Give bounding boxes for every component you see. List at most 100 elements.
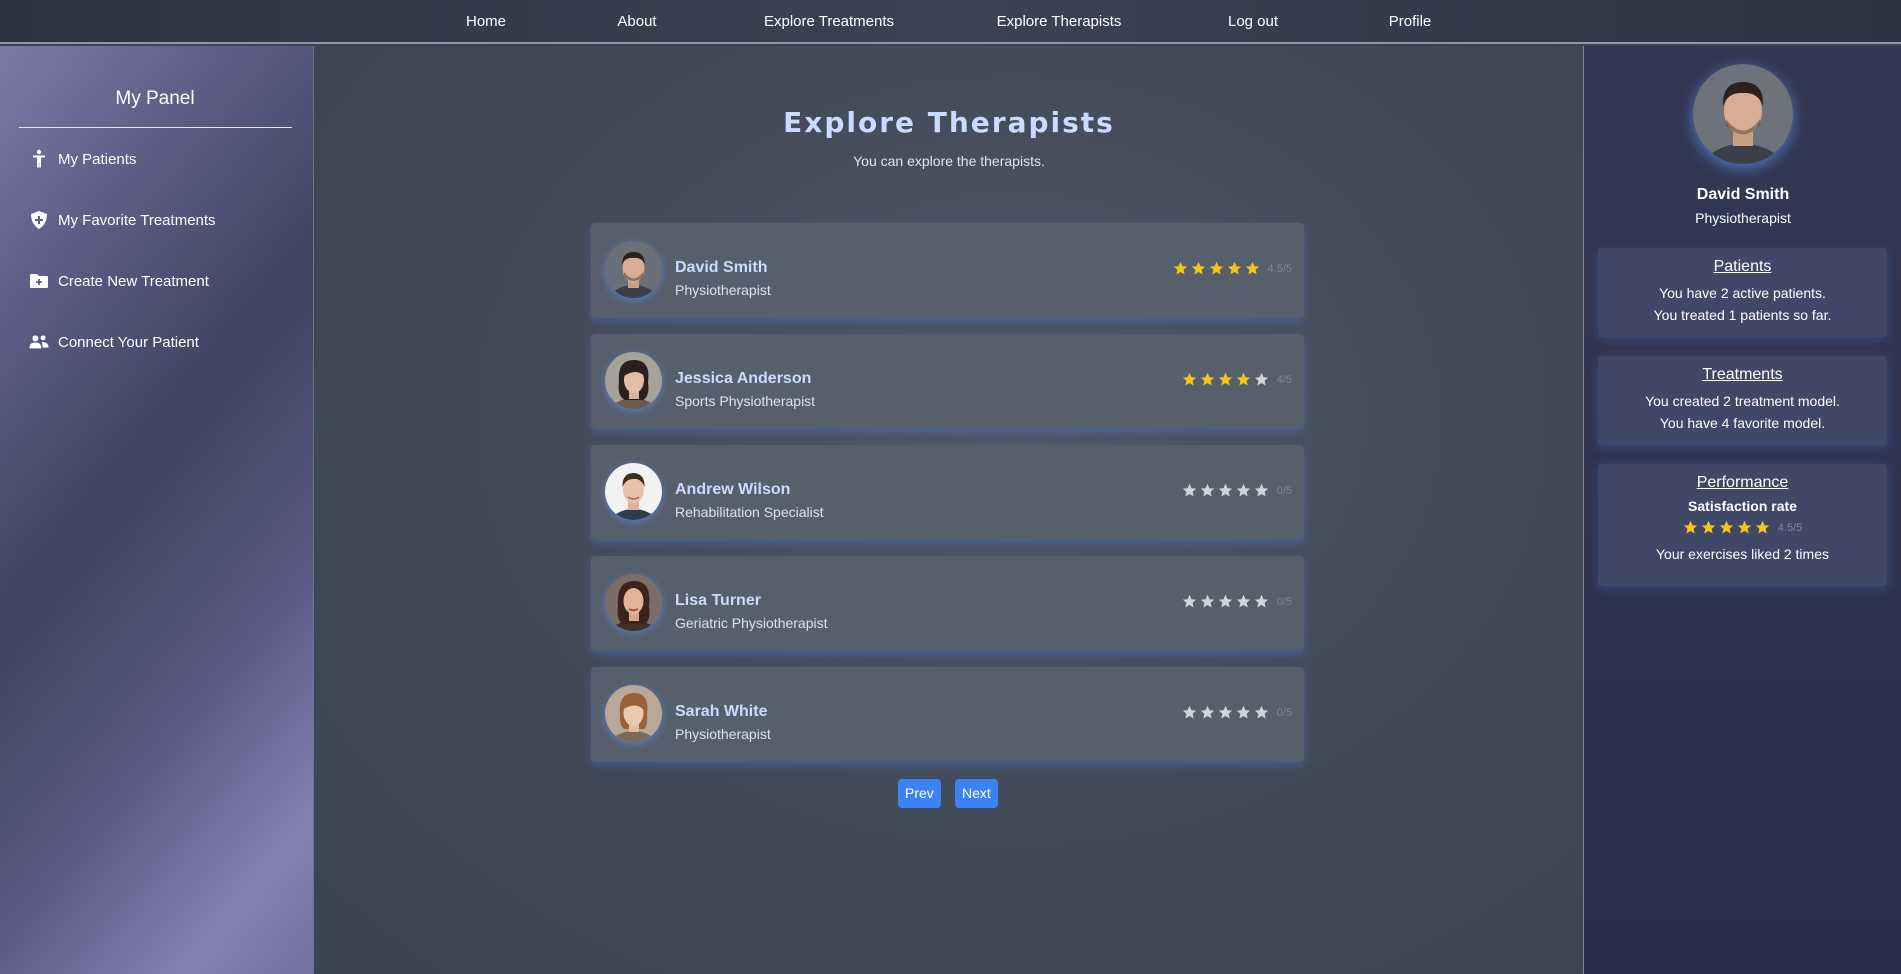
therapist-specialty: Sports Physiotherapist xyxy=(675,393,816,409)
star-filled-icon xyxy=(1191,261,1206,276)
star-empty-icon xyxy=(1254,483,1269,498)
person-standing-icon xyxy=(28,149,50,169)
profile-panel: David Smith Physiotherapist Patients You… xyxy=(1583,46,1901,974)
sidebar-item-connect-patient[interactable]: Connect Your Patient xyxy=(28,329,199,355)
therapist-name[interactable]: Andrew Wilson xyxy=(675,481,790,499)
sidebar-item-create-treatment[interactable]: Create New Treatment xyxy=(28,268,209,294)
star-filled-icon xyxy=(1737,520,1752,535)
nav-explore-therapists-link[interactable]: Explore Therapists xyxy=(997,0,1122,43)
therapist-avatar xyxy=(605,685,662,742)
therapist-name[interactable]: David Smith xyxy=(675,259,767,277)
therapist-specialty: Physiotherapist xyxy=(675,282,771,298)
therapist-specialty: Geriatric Physiotherapist xyxy=(675,615,828,631)
rating-score: 4.5/5 xyxy=(1777,521,1803,534)
therapist-name[interactable]: Jessica Anderson xyxy=(675,370,811,388)
nav-logout-link[interactable]: Log out xyxy=(1228,0,1278,43)
sidebar-item-label: Create New Treatment xyxy=(58,272,209,290)
star-rating: 4.5/5 xyxy=(1173,261,1292,276)
star-empty-icon xyxy=(1182,483,1197,498)
star-filled-icon xyxy=(1218,372,1233,387)
rating-score: 4/5 xyxy=(1276,373,1292,386)
star-filled-icon xyxy=(1236,372,1251,387)
sidebar-item-label: Connect Your Patient xyxy=(58,333,199,351)
therapist-specialty: Rehabilitation Specialist xyxy=(675,504,824,520)
therapist-card[interactable]: Jessica Anderson Sports Physiotherapist … xyxy=(591,334,1304,429)
star-filled-icon xyxy=(1182,372,1197,387)
user-group-icon xyxy=(28,332,50,352)
star-empty-icon xyxy=(1236,483,1251,498)
therapist-avatar xyxy=(605,463,662,520)
created-treatments-text: You created 2 treatment model. xyxy=(1645,393,1840,409)
sidebar-item-label: My Patients xyxy=(58,150,137,168)
star-rating: 0/5 xyxy=(1182,483,1292,498)
folder-plus-icon xyxy=(28,271,50,291)
star-filled-icon xyxy=(1200,372,1215,387)
star-empty-icon xyxy=(1218,705,1233,720)
therapist-card[interactable]: David Smith Physiotherapist 4.5/5 xyxy=(591,223,1304,318)
next-page-button[interactable]: Next xyxy=(955,779,998,808)
profile-role: Physiotherapist xyxy=(1695,210,1791,226)
sidebar-item-label: My Favorite Treatments xyxy=(58,211,216,229)
star-empty-icon xyxy=(1182,705,1197,720)
therapist-name[interactable]: Sarah White xyxy=(675,703,767,721)
nav-home-link[interactable]: Home xyxy=(466,0,506,43)
treatments-summary-card: Treatments You created 2 treatment model… xyxy=(1598,356,1887,445)
nav-explore-treatments-link[interactable]: Explore Treatments xyxy=(764,0,894,43)
exercise-likes-text: Your exercises liked 2 times xyxy=(1655,546,1829,562)
profile-name: David Smith xyxy=(1696,186,1790,203)
patients-summary-card: Patients You have 2 active patients. You… xyxy=(1598,248,1887,337)
therapist-avatar xyxy=(605,352,662,409)
therapist-specialty: Physiotherapist xyxy=(675,726,771,742)
star-filled-icon xyxy=(1719,520,1734,535)
panel-title: My Panel xyxy=(115,88,195,109)
shield-plus-icon xyxy=(28,210,50,230)
star-empty-icon xyxy=(1254,705,1269,720)
rating-score: 4.5/5 xyxy=(1267,262,1292,275)
satisfaction-rate-label: Satisfaction rate xyxy=(1688,498,1797,514)
star-filled-icon xyxy=(1173,261,1188,276)
therapist-name[interactable]: Lisa Turner xyxy=(675,592,761,610)
panel-divider xyxy=(19,127,292,128)
sidebar-item-my-patients[interactable]: My Patients xyxy=(28,146,136,172)
rating-score: 0/5 xyxy=(1276,595,1292,608)
star-empty-icon xyxy=(1218,594,1233,609)
star-empty-icon xyxy=(1182,594,1197,609)
star-empty-icon xyxy=(1200,705,1215,720)
star-rating: 4/5 xyxy=(1182,372,1292,387)
star-empty-icon xyxy=(1200,594,1215,609)
star-filled-icon xyxy=(1245,261,1260,276)
star-empty-icon xyxy=(1254,594,1269,609)
star-filled-icon xyxy=(1227,261,1242,276)
sidebar-item-favorite-treatments[interactable]: My Favorite Treatments xyxy=(28,207,216,233)
nav-profile-link[interactable]: Profile xyxy=(1389,0,1432,43)
therapist-avatar xyxy=(605,574,662,631)
rating-score: 0/5 xyxy=(1276,484,1292,497)
top-nav: Home About Explore Treatments Explore Th… xyxy=(0,0,1901,44)
sidebar: My Panel My Patients My Favorite Treatme… xyxy=(0,46,314,974)
active-patients-text: You have 2 active patients. xyxy=(1659,285,1826,301)
therapist-card[interactable]: Lisa Turner Geriatric Physiotherapist 0/… xyxy=(591,556,1304,651)
page-subtitle: You can explore the therapists. xyxy=(853,153,1045,169)
therapist-card[interactable]: Sarah White Physiotherapist 0/5 xyxy=(591,667,1304,762)
star-empty-icon xyxy=(1236,705,1251,720)
rating-score: 0/5 xyxy=(1276,706,1292,719)
star-filled-icon xyxy=(1683,520,1698,535)
satisfaction-star-rating: 4.5/5 xyxy=(1683,520,1802,535)
star-filled-icon xyxy=(1755,520,1770,535)
treated-patients-text: You treated 1 patients so far. xyxy=(1653,307,1832,323)
patients-card-title[interactable]: Patients xyxy=(1598,258,1887,276)
performance-summary-card: Performance Satisfaction rate 4.5/5 Your… xyxy=(1598,464,1887,586)
star-rating: 0/5 xyxy=(1182,594,1292,609)
avatar[interactable] xyxy=(1693,64,1793,164)
page-title: Explore Therapists xyxy=(783,106,1115,139)
star-empty-icon xyxy=(1254,372,1269,387)
nav-about-link[interactable]: About xyxy=(617,0,656,43)
star-filled-icon xyxy=(1209,261,1224,276)
therapist-card[interactable]: Andrew Wilson Rehabilitation Specialist … xyxy=(591,445,1304,540)
star-empty-icon xyxy=(1236,594,1251,609)
performance-card-title[interactable]: Performance xyxy=(1598,474,1887,492)
treatments-card-title[interactable]: Treatments xyxy=(1598,366,1887,384)
therapist-avatar xyxy=(605,241,662,298)
prev-page-button[interactable]: Prev xyxy=(898,779,941,808)
star-rating: 0/5 xyxy=(1182,705,1292,720)
